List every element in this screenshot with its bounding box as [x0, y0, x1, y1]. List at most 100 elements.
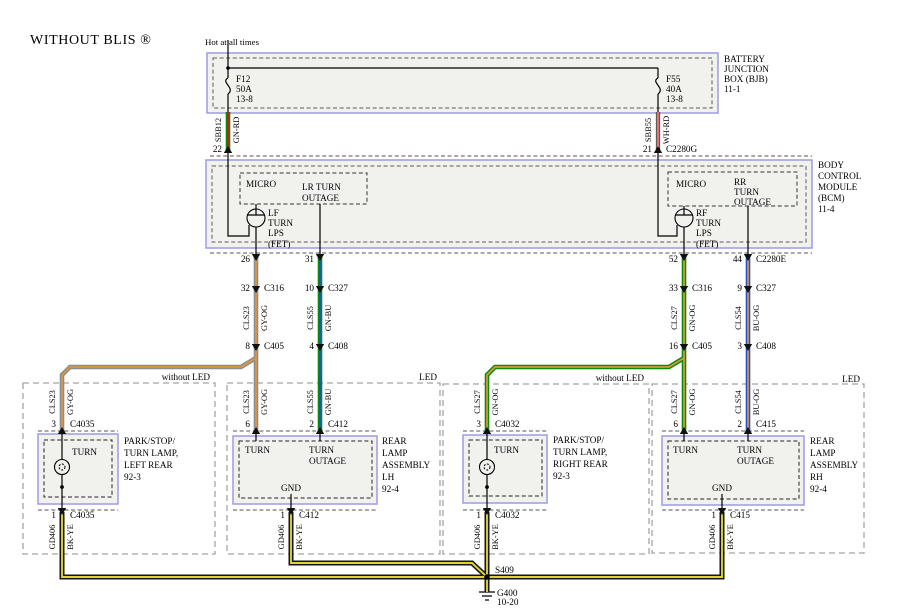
splice-s409-label: S409	[495, 565, 514, 575]
arrow-c412-out-icon	[287, 508, 295, 515]
wire-base	[487, 254, 684, 431]
wire-gd406-bk-ye-ground-bus	[62, 512, 722, 592]
connector-c4035-in: C4035	[70, 419, 95, 429]
wire-label-gy-og-mid: GY-OG	[260, 305, 269, 331]
pin-1-c415: 1	[711, 510, 716, 520]
lamp-rh-name-5: 92-4	[810, 484, 827, 494]
wire-label-bu-og-mid: BU-OG	[752, 305, 761, 332]
arrow-c415-out-icon	[718, 508, 726, 515]
lamp-lr-turn-label: TURN	[72, 447, 97, 457]
lamp-rh-outage-2: OUTAGE	[737, 456, 774, 466]
wire-label-gn-bu-b2: GN-BU	[324, 389, 333, 416]
lamp-rh-name-1: REAR	[810, 436, 835, 446]
lf-fet-1: LF	[268, 208, 279, 218]
pin-52: 52	[669, 254, 679, 264]
zone-label-without-led-right: without LED	[596, 373, 645, 383]
pin-2-c415: 2	[737, 419, 742, 429]
wire-label-cls23-b1: CLS23	[48, 390, 57, 414]
wire-label-cls54-mid: CLS54	[734, 305, 743, 330]
arrow-c316-left-icon	[252, 286, 260, 293]
wiring-diagram: WITHOUT BLIS ® Hot at all times F12 50A …	[0, 0, 908, 610]
lamp-lh-outage-2: OUTAGE	[309, 456, 346, 466]
wire-label-gn-bu-mid: GN-BU	[324, 305, 333, 332]
wire-label-gn-og-b4: GN-OG	[688, 389, 697, 416]
splice-s409-dot	[484, 574, 490, 580]
pin-16: 16	[669, 341, 679, 351]
micro-right-label: MICRO	[676, 179, 706, 189]
arrow-c4032-out-icon	[483, 508, 491, 515]
bcm-name-3: MODULE	[818, 182, 858, 192]
lamp-lh-name-2: LAMP	[382, 448, 408, 458]
bcm-name-1: BODY	[818, 160, 844, 170]
pin-31: 31	[305, 254, 315, 264]
zone-label-led-right: LED	[842, 374, 860, 384]
lamp-lr-name-3: LEFT REAR	[124, 460, 173, 470]
pin-2-c412: 2	[309, 419, 314, 429]
page-title: WITHOUT BLIS ®	[30, 33, 151, 48]
pin-33: 33	[669, 283, 679, 293]
connector-c2280e: C2280E	[756, 254, 787, 264]
pin-6-c415: 6	[673, 419, 678, 429]
wire-label-gy-og-b1: GY-OG	[66, 389, 75, 415]
zone-label-without-led-left: without LED	[162, 372, 211, 382]
fuse-f55-id: F55	[666, 74, 681, 84]
connector-c4032-in: C4032	[495, 419, 520, 429]
lamp-rh-name-4: RH	[810, 472, 823, 482]
lamp-lh-outage-1: TURN	[309, 445, 334, 455]
wire-label-cls27-mid: CLS27	[670, 306, 679, 330]
pin-26: 26	[241, 254, 251, 264]
wire-label-gd406-b2: GD406	[277, 525, 286, 550]
lamp-right-junction-dot	[485, 485, 489, 489]
rf-fet-4: (FET)	[696, 239, 718, 249]
arrow-pin22-icon	[224, 146, 232, 153]
wire-label-cls27-b4: CLS27	[670, 390, 679, 414]
fuse-f55-grid: 13-8	[666, 94, 683, 104]
connector-c2280g: C2280G	[666, 144, 698, 154]
arrow-c405-left-icon	[252, 344, 260, 351]
fuse-f12-id: F12	[236, 74, 251, 84]
rr-turn-outage-1: RR	[734, 177, 747, 187]
pin-22: 22	[213, 144, 223, 154]
lamp-left-rear-outer	[38, 434, 118, 504]
lamp-lh-name-1: REAR	[382, 436, 407, 446]
pin-32: 32	[241, 283, 251, 293]
arrow-c408-left-icon	[316, 344, 324, 351]
wire-label-wh-rd: WH-RD	[662, 116, 671, 144]
connector-c408-right: C408	[756, 341, 776, 351]
bjb-outer	[207, 53, 718, 113]
connector-c4035-out: C4035	[70, 510, 95, 520]
bcm-name-5: 11-4	[818, 204, 835, 214]
arrow-c412-outage-icon	[316, 427, 324, 434]
lamp-rr-name-1: PARK/STOP/	[553, 435, 605, 445]
connector-c415-out: C415	[730, 510, 750, 520]
pin-4: 4	[309, 341, 314, 351]
lamp-rh-turn-label: TURN	[673, 445, 698, 455]
connector-c327-right: C327	[756, 283, 776, 293]
wire-label-bu-og-b4: BU-OG	[752, 389, 761, 416]
wire-label-cls23-mid: CLS23	[242, 306, 251, 330]
connector-c415-in: C415	[756, 419, 776, 429]
wire-label-gn-rd: GN-RD	[232, 117, 241, 144]
turn-bulb-right-icon	[480, 460, 495, 475]
lamp-lh-name-3: ASSEMBLY	[382, 460, 430, 470]
rf-fet-3: LPS	[696, 228, 712, 238]
wire-cls23-gy-og	[62, 254, 256, 431]
battery-junction-box	[207, 53, 718, 113]
wire-stripe	[487, 254, 684, 431]
bjb-name-3: BOX (BJB)	[724, 74, 768, 84]
arrow-c316-right-icon	[680, 286, 688, 293]
fuse-f12-amps: 50A	[236, 84, 252, 94]
bcm-name-2: CONTROL	[818, 171, 862, 181]
lf-fet-4: (FET)	[268, 239, 290, 249]
fuse-f55-amps: 40A	[666, 84, 682, 94]
micro-left-label: MICRO	[246, 179, 276, 189]
lf-fet-2: TURN	[268, 218, 293, 228]
wire-label-bk-ye-b3: BK-YE	[491, 524, 500, 550]
wire-label-bk-ye-b4: BK-YE	[726, 524, 735, 550]
lr-turn-outage-1: LR TURN	[302, 182, 341, 192]
lamp-lr-name-1: PARK/STOP/	[124, 436, 176, 446]
labels: WITHOUT BLIS ® Hot at all times F12 50A …	[30, 33, 862, 607]
arrow-pin44-icon	[744, 254, 752, 261]
rr-turn-outage-2: TURN	[734, 187, 759, 197]
pin-3-c4035: 3	[51, 419, 56, 429]
